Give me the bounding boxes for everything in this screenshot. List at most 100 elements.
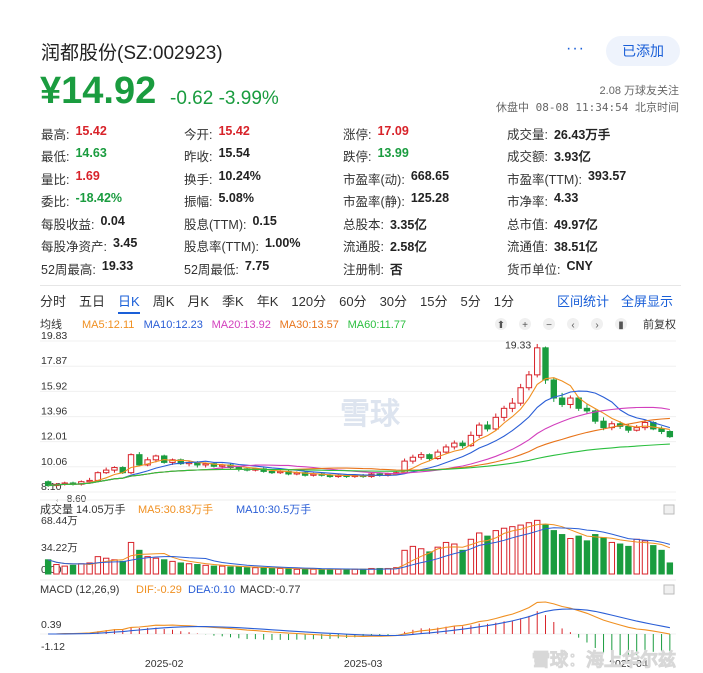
tab-2[interactable]: 日K xyxy=(118,292,140,314)
volume-bar xyxy=(318,568,325,575)
quote-label: 今开: xyxy=(184,127,213,142)
candle-body xyxy=(451,442,458,448)
volume-bar xyxy=(194,564,201,575)
volume-bar xyxy=(152,557,160,575)
tab-3[interactable]: 周K xyxy=(153,292,175,314)
zoom-in-icon[interactable]: + xyxy=(522,320,528,331)
candle-body xyxy=(127,454,135,474)
tab-12[interactable]: 1分 xyxy=(494,292,514,314)
volume-bar xyxy=(102,557,110,575)
quote-label: 流通值: xyxy=(507,240,548,255)
quote-cell: 总股本: 3.35亿 xyxy=(343,214,507,233)
volume-bar xyxy=(592,534,599,575)
volume-bar xyxy=(326,568,334,575)
kline-chart[interactable]: 均线 MA5:12.11 MA10:12.23 MA20:13.92 MA30:13.5… xyxy=(40,316,681,670)
candle-body xyxy=(658,428,665,432)
more-icon[interactable]: ··· xyxy=(566,40,585,58)
chart-actions: 区间统计 全屏显示 xyxy=(557,292,673,312)
tab-1[interactable]: 五日 xyxy=(79,292,105,314)
candle-body xyxy=(517,387,524,404)
volume-bar xyxy=(235,566,242,575)
fullscreen-link[interactable]: 全屏显示 xyxy=(621,292,673,312)
tab-9[interactable]: 30分 xyxy=(380,292,407,314)
tab-4[interactable]: 月K xyxy=(187,292,209,314)
volume-bar xyxy=(252,567,259,575)
quote-cell: 委比: -18.42% xyxy=(41,191,184,210)
quote-value: 13.99 xyxy=(377,146,409,161)
volume-bar xyxy=(210,565,218,575)
volume-bar xyxy=(608,541,616,575)
candle-body xyxy=(235,467,242,470)
quote-label: 最低: xyxy=(41,150,70,165)
quote-value: 668.65 xyxy=(410,168,450,183)
stock-title: 润都股份(SZ:002923) xyxy=(41,43,223,64)
volume-bar xyxy=(517,524,524,575)
macd-tick: -1.12 xyxy=(41,641,65,653)
quote-label: 量比: xyxy=(41,172,70,187)
quote-cell: 成交额: 3.93亿 xyxy=(507,146,681,165)
candle-body xyxy=(558,397,566,405)
next-icon[interactable]: › xyxy=(595,320,598,331)
market-status: 休盘中 08-08 11:34:54 北京时间 xyxy=(496,101,679,114)
zoom-out-icon[interactable]: − xyxy=(546,320,552,331)
volume-bar xyxy=(219,565,226,575)
candle-body xyxy=(409,456,417,462)
follow-button[interactable]: 已添加 xyxy=(606,36,680,66)
macd-value-legend: MACD:-0.77 xyxy=(240,584,301,596)
quote-cell: 总市值: 49.97亿 xyxy=(507,214,681,233)
prev-icon[interactable]: ‹ xyxy=(571,320,574,331)
quote-label: 市盈率(动): xyxy=(343,172,405,187)
quote-label: 总股本: xyxy=(343,217,384,232)
quote-value: 5.08% xyxy=(218,191,254,206)
ma-legend-ma30: MA30:13.57 xyxy=(280,319,339,331)
tab-8[interactable]: 60分 xyxy=(339,292,366,314)
volume-bar xyxy=(417,548,425,575)
range-stats-link[interactable]: 区间统计 xyxy=(557,292,609,312)
volume-bar xyxy=(542,524,549,575)
volume-bar xyxy=(119,560,126,575)
price-tick: 17.87 xyxy=(41,355,67,367)
candle-body xyxy=(102,469,110,474)
tab-10[interactable]: 15分 xyxy=(420,292,447,314)
tab-6[interactable]: 年K xyxy=(257,292,279,314)
volume-bar xyxy=(583,540,591,575)
macd-tick: 0.39 xyxy=(41,619,62,631)
candle-body xyxy=(525,374,533,389)
quote-label: 注册制: xyxy=(343,262,384,277)
candle-body xyxy=(86,479,93,483)
quote-cell: 今开: 15.42 xyxy=(184,124,343,143)
quote-cell: 货币单位: CNY xyxy=(507,259,681,278)
candle-body xyxy=(426,454,433,460)
candle-body xyxy=(202,463,209,466)
pause-icon[interactable]: ▮ xyxy=(618,320,624,331)
period-tabs: 分时 五日 日K 周K 月K 季K 年K 120分 60分 30分 15分 5分 1分 xyxy=(40,292,527,314)
x-tick: 2025-03 xyxy=(344,658,383,670)
quote-cell: 最高: 15.42 xyxy=(41,124,184,143)
candle-body xyxy=(567,397,574,405)
scroll-up-icon[interactable]: ⬆ xyxy=(497,320,505,331)
quote-value: -18.42% xyxy=(75,191,123,206)
quote-value: 1.69 xyxy=(75,168,100,183)
price-tick: 13.96 xyxy=(41,406,67,418)
tab-11[interactable]: 5分 xyxy=(461,292,481,314)
price-tick: 10.06 xyxy=(41,456,67,468)
quote-label: 跌停: xyxy=(343,150,372,165)
quote-value: 393.57 xyxy=(587,168,627,183)
tab-7[interactable]: 120分 xyxy=(291,292,326,314)
tab-5[interactable]: 季K xyxy=(222,292,244,314)
ma5-line xyxy=(48,377,670,487)
quote-cell: 成交量: 26.43万手 xyxy=(507,124,681,143)
ma-legend-ma60: MA60:11.77 xyxy=(348,319,407,331)
quote-cell: 52周最高: 19.33 xyxy=(41,259,184,278)
candle-body xyxy=(600,420,607,429)
quote-cell: 52周最低: 7.75 xyxy=(184,259,343,278)
volume-bar xyxy=(169,560,176,575)
quote-label: 成交额: xyxy=(507,150,548,165)
quote-value: CNY xyxy=(566,258,593,273)
quote-cell: 市盈率(动): 668.65 xyxy=(343,169,507,188)
quote-cell: 每股净资产: 3.45 xyxy=(41,236,184,255)
tab-0[interactable]: 分时 xyxy=(40,292,66,314)
volume-bar xyxy=(476,532,483,575)
quote-cell: 量比: 1.69 xyxy=(41,169,184,188)
volume-bar xyxy=(144,556,151,575)
